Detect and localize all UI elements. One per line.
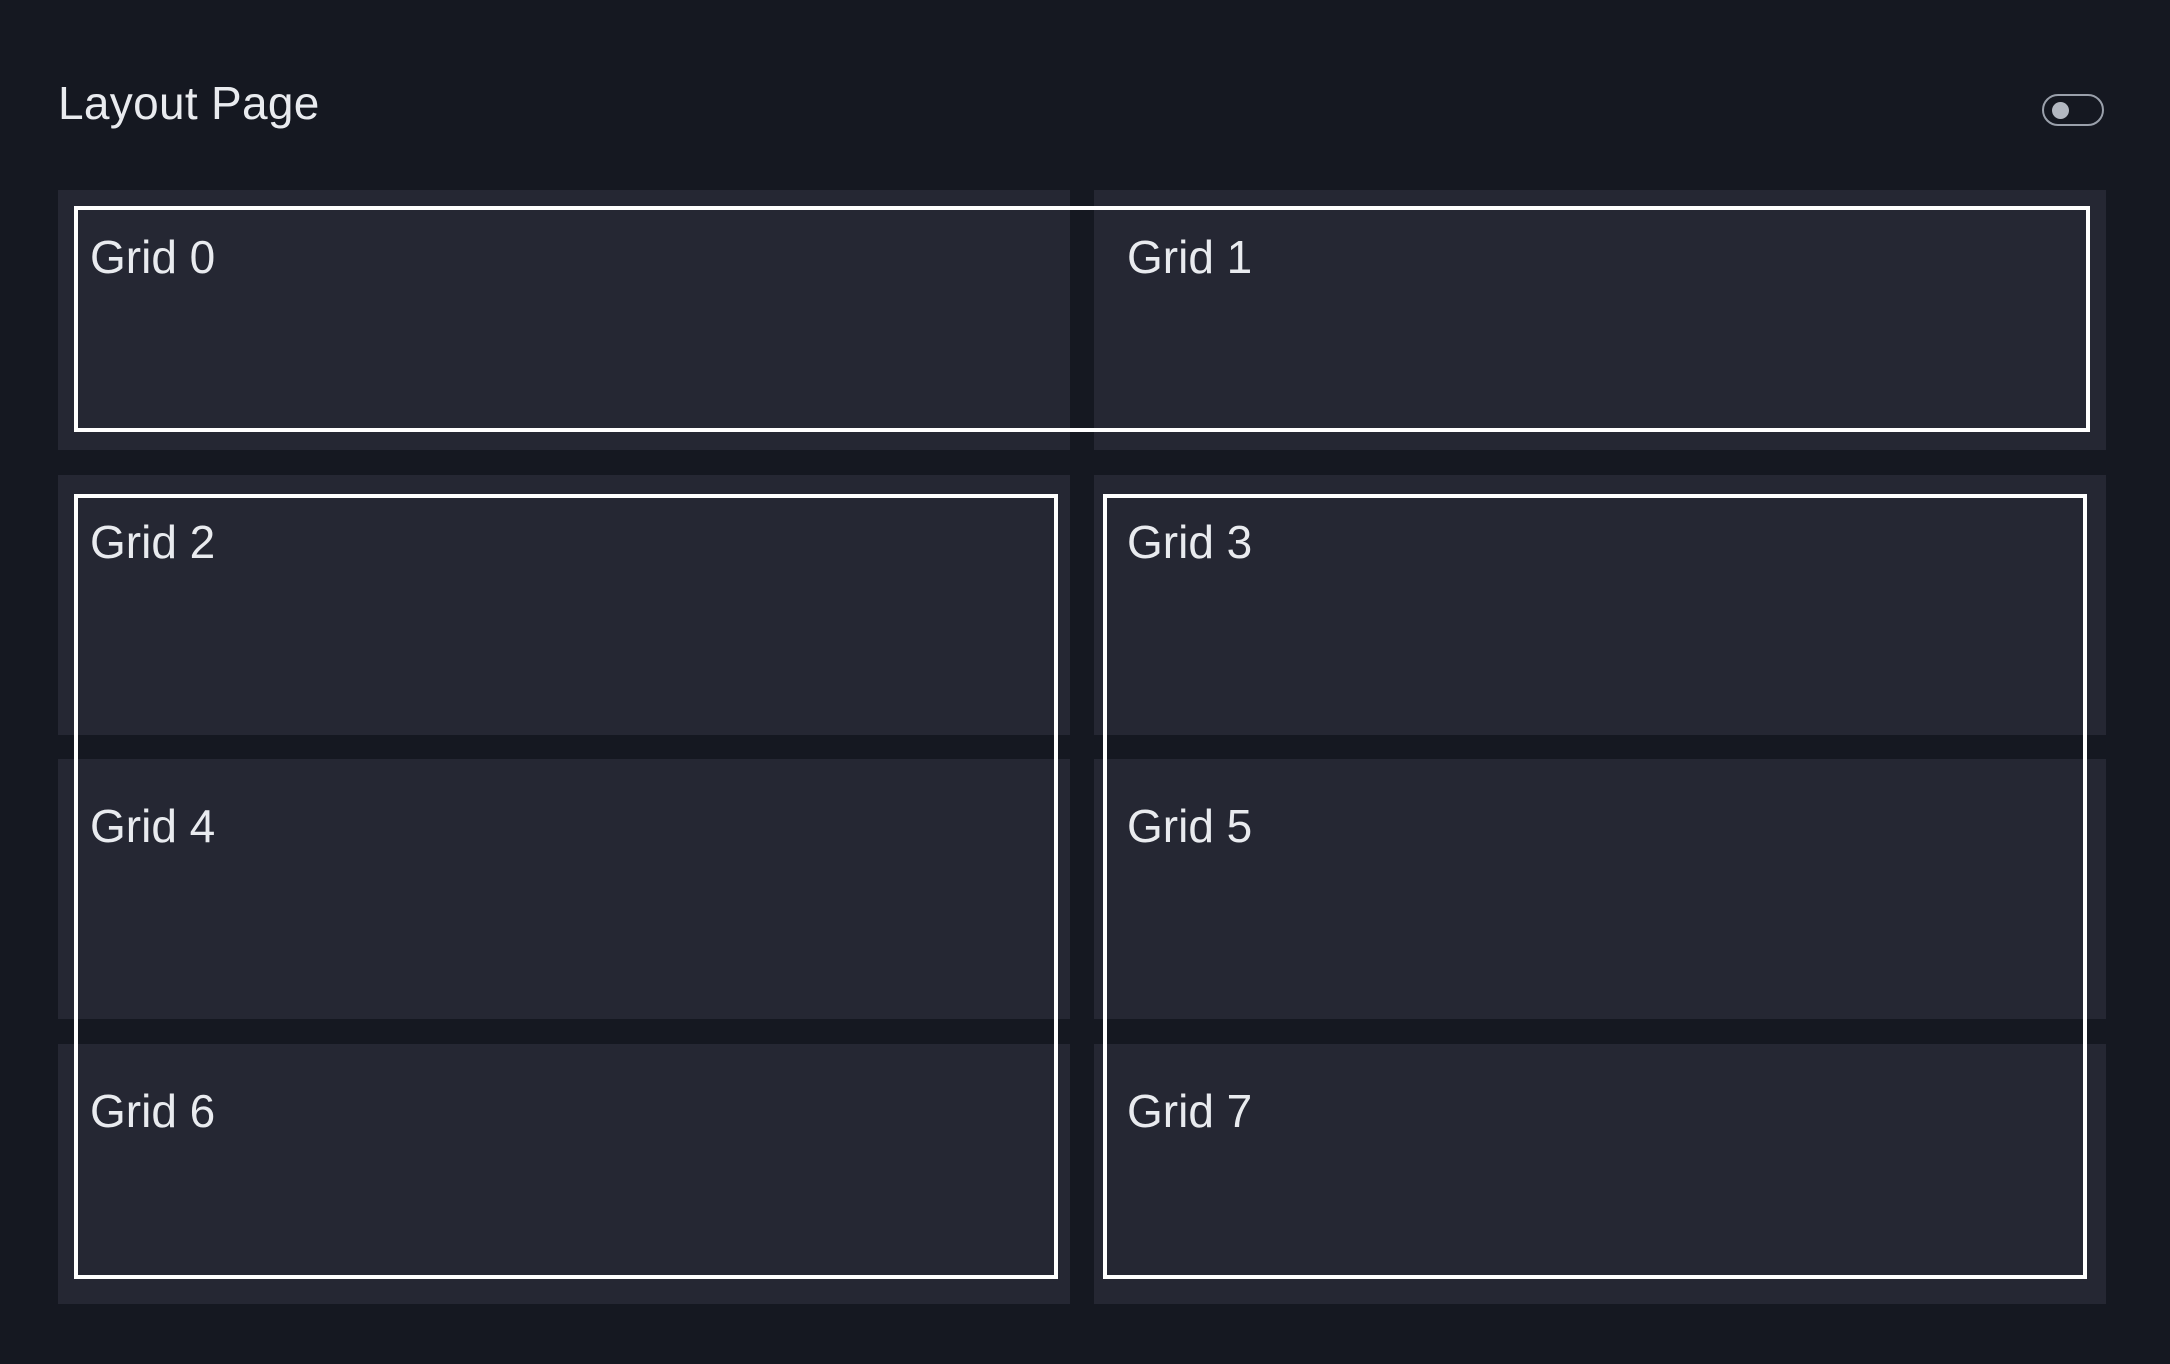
layout-page: Layout Page Grid 0 Grid 1 Grid 2 Grid 3 … [0, 0, 2170, 1364]
grid-label: Grid 5 [1127, 800, 1253, 852]
grid-cell-5[interactable]: Grid 5 [1094, 759, 2106, 1019]
grid-label: Grid 2 [90, 516, 216, 568]
grid-cell-2[interactable]: Grid 2 [58, 475, 1070, 735]
grid-label: Grid 7 [1127, 1085, 1253, 1137]
grid-cell-1[interactable]: Grid 1 [1094, 190, 2106, 450]
theme-toggle[interactable] [2042, 94, 2104, 126]
grid-cell-7[interactable]: Grid 7 [1094, 1044, 2106, 1304]
grid-label: Grid 0 [90, 231, 216, 283]
page-title: Layout Page [58, 77, 320, 129]
grid-label: Grid 3 [1127, 516, 1253, 568]
grid-cell-3[interactable]: Grid 3 [1094, 475, 2106, 735]
grid-label: Grid 1 [1127, 231, 1253, 283]
toggle-switch-icon [2052, 102, 2069, 119]
grid-label: Grid 4 [90, 800, 216, 852]
grid-label: Grid 6 [90, 1085, 216, 1137]
grid-cell-0[interactable]: Grid 0 [58, 190, 1070, 450]
grid-cell-4[interactable]: Grid 4 [58, 759, 1070, 1019]
grid-cell-6[interactable]: Grid 6 [58, 1044, 1070, 1304]
